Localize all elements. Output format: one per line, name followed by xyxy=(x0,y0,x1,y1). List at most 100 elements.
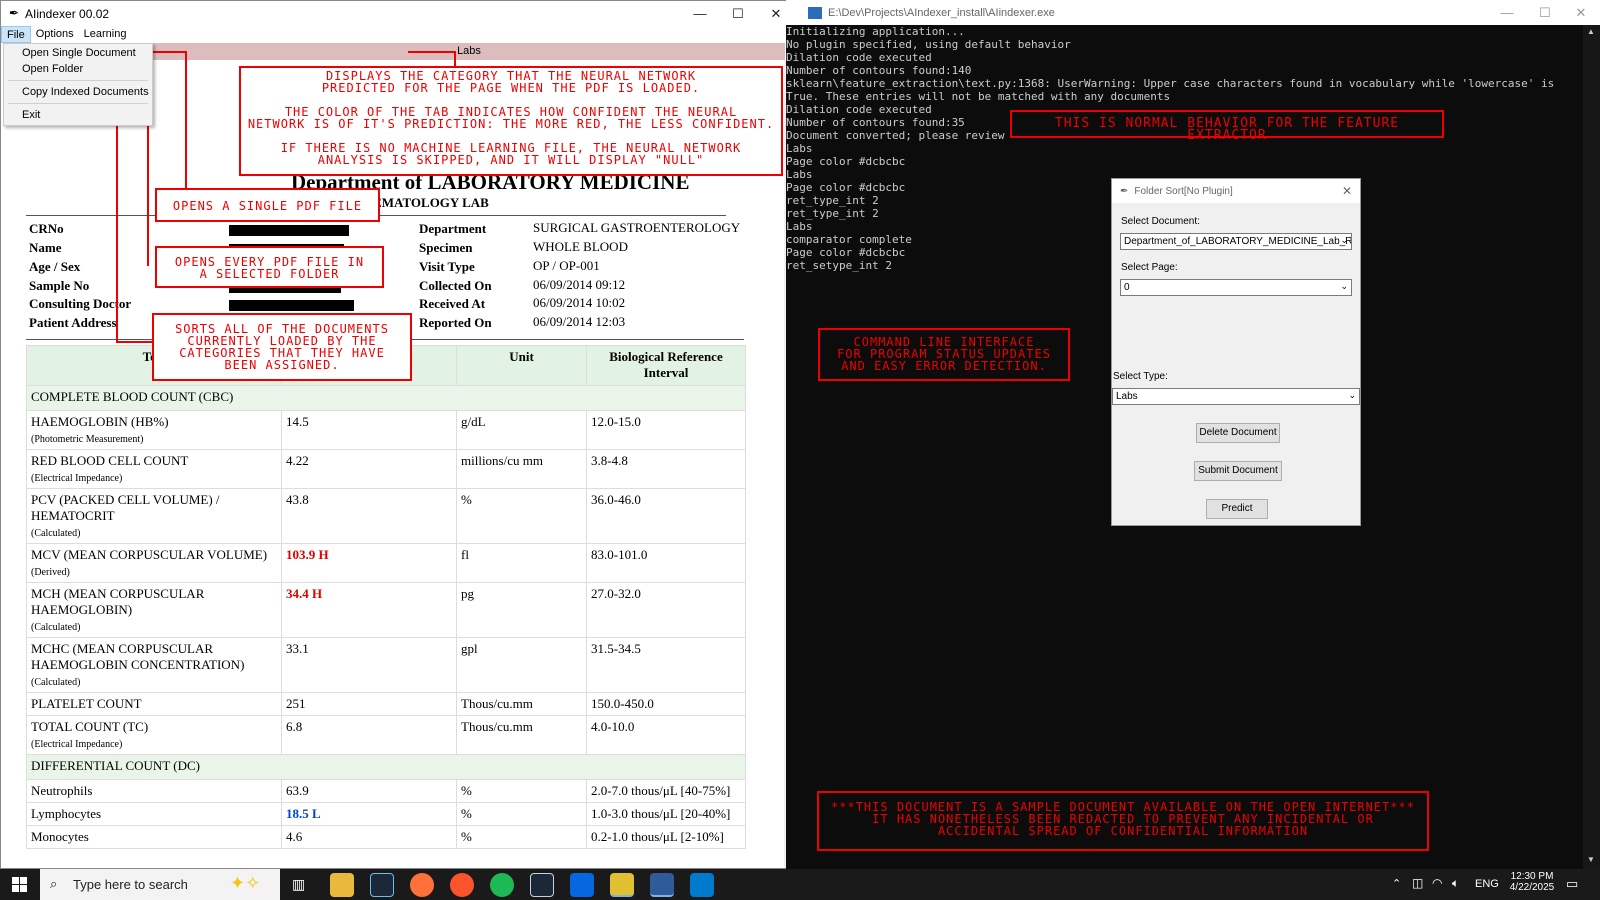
test-name: PLATELET COUNT xyxy=(31,696,277,712)
test-name: Monocytes xyxy=(31,829,277,845)
brave-icon[interactable] xyxy=(450,873,474,897)
console-close-button[interactable]: ✕ xyxy=(1562,0,1600,25)
select-document-label: Select Document: xyxy=(1121,216,1200,227)
scroll-down-icon[interactable]: ▼ xyxy=(1587,855,1595,864)
table-row: MCH (MEAN CORPUSCULAR HAEMOGLOBIN)(Calcu… xyxy=(27,583,746,638)
menu-item-open-folder[interactable]: Open Folder xyxy=(22,63,83,75)
unit-value: gpl xyxy=(457,638,587,693)
chevron-up-icon[interactable]: ⌃ xyxy=(1392,877,1401,890)
table-row: RED BLOOD CELL COUNT(Electrical Impedanc… xyxy=(27,450,746,489)
wifi-icon[interactable]: ◠ xyxy=(1432,876,1442,890)
unit-value: % xyxy=(457,780,587,803)
language-indicator[interactable]: ENG xyxy=(1475,878,1499,890)
test-cell: Lymphocytes xyxy=(27,803,282,826)
firefox-icon[interactable] xyxy=(410,873,434,897)
volume-icon[interactable]: 🔈︎ xyxy=(1452,876,1459,891)
test-method: (Calculated) xyxy=(31,677,80,688)
menu-item-open-single-document[interactable]: Open Single Document xyxy=(22,47,136,59)
label-name: Name xyxy=(29,240,62,256)
submit-document-button[interactable]: Submit Document xyxy=(1194,461,1282,481)
result-value: 43.8 xyxy=(282,489,457,544)
notifications-icon[interactable]: ▭ xyxy=(1566,876,1578,892)
label-age-sex: Age / Sex xyxy=(29,259,80,275)
maximize-button[interactable]: ☐ xyxy=(719,1,757,26)
console-scrollbar[interactable]: ▲ ▼ xyxy=(1583,25,1600,869)
annotation-feature-extractor: THIS IS NORMAL BEHAVIOR FOR THE FEATURE … xyxy=(1010,110,1444,138)
file-explorer-icon[interactable] xyxy=(330,873,354,897)
chevron-down-icon: ⌄ xyxy=(1340,281,1348,292)
test-method: (Electrical Impedance) xyxy=(31,739,122,750)
menu-item-exit[interactable]: Exit xyxy=(22,109,40,121)
menu-separator xyxy=(8,103,148,104)
reference-value: 1.0-3.0 thous/μL [20-40%] xyxy=(587,803,746,826)
result-value: 4.22 xyxy=(282,450,457,489)
spotify-icon[interactable] xyxy=(490,873,514,897)
test-cell: PCV (PACKED CELL VOLUME) / HEMATOCRIT(Ca… xyxy=(27,489,282,544)
delete-document-button[interactable]: Delete Document xyxy=(1196,423,1280,443)
annotation-sample-document: ***THIS DOCUMENT IS A SAMPLE DOCUMENT AV… xyxy=(817,791,1429,851)
aiindexer-taskbar-icon[interactable] xyxy=(610,873,634,897)
minimize-button[interactable]: — xyxy=(681,1,719,26)
menu-options[interactable]: Options xyxy=(31,26,79,43)
document-view: Department of LABORATORY MEDICINE HEMATO… xyxy=(1,60,785,869)
vscode-icon[interactable] xyxy=(690,873,714,897)
unit-value: millions/cu mm xyxy=(457,450,587,489)
network-icon[interactable]: ◫ xyxy=(1412,876,1423,890)
section-title: COMPLETE BLOOD COUNT (CBC) xyxy=(27,386,746,411)
reference-value: 2.0-7.0 thous/μL [40-75%] xyxy=(587,780,746,803)
menubar: File Options Learning xyxy=(1,26,799,43)
test-cell: TOTAL COUNT (TC)(Electrical Impedance) xyxy=(27,716,282,755)
select-type-combo[interactable]: Labs ⌄ xyxy=(1112,388,1360,405)
reference-value: 36.0-46.0 xyxy=(587,489,746,544)
category-tab[interactable]: Labs xyxy=(153,43,785,60)
steam-icon[interactable] xyxy=(530,873,554,897)
reference-value: 12.0-15.0 xyxy=(587,411,746,450)
test-cell: RED BLOOD CELL COUNT(Electrical Impedanc… xyxy=(27,450,282,489)
unit-value: fl xyxy=(457,544,587,583)
search-placeholder: Type here to search xyxy=(73,877,188,892)
table-row: Lymphocytes18.5 L%1.0-3.0 thous/μL [20-4… xyxy=(27,803,746,826)
menu-file[interactable]: File xyxy=(1,26,31,43)
scroll-up-icon[interactable]: ▲ xyxy=(1587,27,1595,36)
meta-icon[interactable] xyxy=(570,873,594,897)
select-page-combo[interactable]: 0 ⌄ xyxy=(1120,279,1352,296)
connector-line xyxy=(408,51,456,53)
select-document-value: Department_of_LABORATORY_MEDICINE_Lab_Re xyxy=(1124,236,1352,247)
unit-value: Thous/cu.mm xyxy=(457,716,587,755)
annotation-open-single: OPENS A SINGLE PDF FILE xyxy=(155,188,380,222)
clock[interactable]: 12:30 PM 4/22/2025 xyxy=(1506,871,1558,893)
label-specimen: Specimen xyxy=(419,240,472,256)
connector-line xyxy=(116,341,152,343)
test-name: MCV (MEAN CORPUSCULAR VOLUME) xyxy=(31,547,277,563)
results-table: Test Unit Biological Reference Interval … xyxy=(26,345,746,849)
test-name: PCV (PACKED CELL VOLUME) / HEMATOCRIT xyxy=(31,492,277,524)
menu-item-copy-indexed-documents[interactable]: Copy Indexed Documents xyxy=(22,86,149,98)
select-document-combo[interactable]: Department_of_LABORATORY_MEDICINE_Lab_Re… xyxy=(1120,233,1352,250)
table-row: MCV (MEAN CORPUSCULAR VOLUME)(Derived)10… xyxy=(27,544,746,583)
console-minimize-button[interactable]: — xyxy=(1488,0,1526,25)
menu-learning[interactable]: Learning xyxy=(79,26,132,43)
chevron-down-icon: ⌄ xyxy=(1340,235,1348,246)
steam-icon[interactable] xyxy=(370,873,394,897)
console-maximize-button[interactable]: ☐ xyxy=(1526,0,1564,25)
dialog-close-icon[interactable]: ✕ xyxy=(1342,184,1352,198)
section-row: COMPLETE BLOOD COUNT (CBC) xyxy=(27,386,746,411)
test-method: (Calculated) xyxy=(31,622,80,633)
test-cell: Monocytes xyxy=(27,826,282,849)
annotation-cli: COMMAND LINE INTERFACE FOR PROGRAM STATU… xyxy=(818,328,1070,381)
result-value: 63.9 xyxy=(282,780,457,803)
chevron-down-icon: ⌄ xyxy=(1348,390,1356,401)
label-department: Department xyxy=(419,221,486,237)
result-value: 103.9 H xyxy=(282,544,457,583)
predict-button[interactable]: Predict xyxy=(1206,499,1268,519)
taskbar-search-box[interactable]: ⌕ Type here to search ✦✧ xyxy=(40,869,280,900)
dialog-title: Folder Sort[No Plugin] xyxy=(1134,186,1232,197)
windows-start-icon[interactable] xyxy=(12,877,28,893)
label-collected-on: Collected On xyxy=(419,278,492,294)
console-taskbar-icon[interactable] xyxy=(650,873,674,897)
test-name: Lymphocytes xyxy=(31,806,277,822)
task-view-icon[interactable]: ▥ xyxy=(292,876,305,893)
value-collected-on: 06/09/2014 09:12 xyxy=(533,277,625,293)
reference-value: 150.0-450.0 xyxy=(587,693,746,716)
annotation-open-folder: OPENS EVERY PDF FILE IN A SELECTED FOLDE… xyxy=(155,246,384,288)
